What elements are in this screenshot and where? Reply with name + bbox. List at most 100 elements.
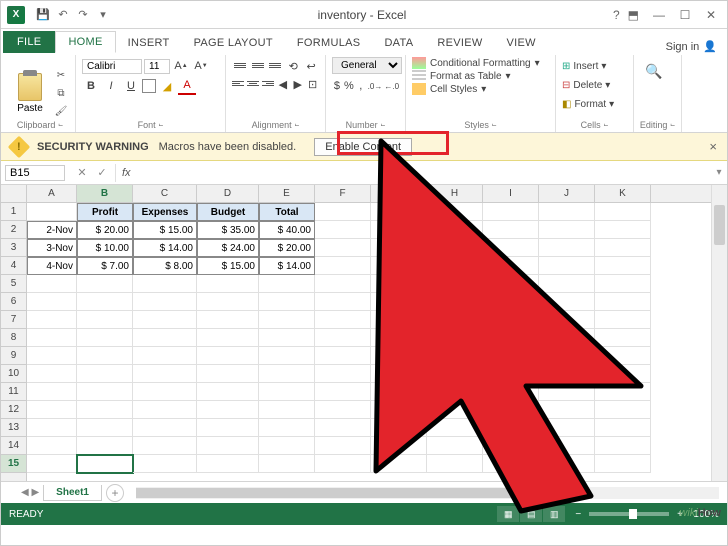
cell[interactable]: [27, 275, 77, 293]
italic-button[interactable]: I: [102, 77, 120, 95]
cell[interactable]: [27, 329, 77, 347]
cell[interactable]: [27, 455, 77, 473]
row-header[interactable]: 13: [1, 419, 26, 437]
cell[interactable]: $ 20.00: [259, 239, 315, 257]
undo-icon[interactable]: ↶: [55, 7, 71, 23]
help-icon[interactable]: ?: [613, 8, 620, 22]
cell[interactable]: [259, 401, 315, 419]
qat-dropdown-icon[interactable]: ▾: [95, 7, 111, 23]
column-header[interactable]: D: [197, 185, 259, 202]
cell[interactable]: [259, 347, 315, 365]
close-button[interactable]: ✕: [699, 5, 723, 25]
cell[interactable]: [483, 221, 539, 239]
cell[interactable]: [483, 311, 539, 329]
cell[interactable]: [595, 311, 651, 329]
cell[interactable]: [483, 383, 539, 401]
cell[interactable]: [315, 383, 371, 401]
cell[interactable]: [483, 347, 539, 365]
column-header[interactable]: F: [315, 185, 371, 202]
cell[interactable]: [371, 257, 427, 275]
cell[interactable]: [371, 293, 427, 311]
cell[interactable]: [315, 257, 371, 275]
cell[interactable]: [133, 419, 197, 437]
minimize-button[interactable]: —: [647, 5, 671, 25]
row-header[interactable]: 12: [1, 401, 26, 419]
cell[interactable]: [133, 311, 197, 329]
cell[interactable]: [197, 365, 259, 383]
align-center-icon[interactable]: [247, 75, 260, 91]
format-painter-icon[interactable]: 🖌: [53, 104, 69, 120]
maximize-button[interactable]: ☐: [673, 5, 697, 25]
cell[interactable]: [133, 365, 197, 383]
row-header[interactable]: 8: [1, 329, 26, 347]
wrap-text-icon[interactable]: ↩: [303, 57, 319, 75]
cell[interactable]: [133, 329, 197, 347]
cell[interactable]: [133, 347, 197, 365]
cell[interactable]: $ 8.00: [133, 257, 197, 275]
cell[interactable]: [595, 329, 651, 347]
decrease-font-icon[interactable]: A▼: [192, 57, 210, 75]
cell[interactable]: [315, 365, 371, 383]
cell[interactable]: [427, 275, 483, 293]
row-header[interactable]: 6: [1, 293, 26, 311]
increase-font-icon[interactable]: A▲: [172, 57, 190, 75]
horizontal-scroll-thumb[interactable]: [136, 488, 544, 498]
cell[interactable]: 3-Nov: [27, 239, 77, 257]
cell[interactable]: [483, 203, 539, 221]
cell[interactable]: $ 10.00: [77, 239, 133, 257]
cell[interactable]: [427, 401, 483, 419]
cell[interactable]: [315, 221, 371, 239]
cell[interactable]: [259, 311, 315, 329]
row-header[interactable]: 1: [1, 203, 26, 221]
cell[interactable]: [197, 275, 259, 293]
sheet-nav[interactable]: ◀ ▶: [21, 487, 39, 498]
decrease-indent-icon[interactable]: ◀: [276, 75, 289, 93]
vertical-scroll-thumb[interactable]: [714, 205, 725, 245]
cell[interactable]: [315, 293, 371, 311]
font-size-select[interactable]: 11: [144, 59, 170, 74]
border-button[interactable]: [142, 79, 156, 93]
cell[interactable]: [539, 329, 595, 347]
insert-cells-button[interactable]: ⊞Insert ▾: [562, 57, 627, 75]
cell[interactable]: [595, 401, 651, 419]
cell[interactable]: [427, 419, 483, 437]
column-header[interactable]: A: [27, 185, 77, 202]
cell[interactable]: [427, 347, 483, 365]
cell[interactable]: [315, 311, 371, 329]
ribbon-display-icon[interactable]: ⬒: [628, 8, 639, 22]
cell[interactable]: $ 15.00: [197, 257, 259, 275]
font-name-select[interactable]: Calibri: [82, 59, 142, 74]
cell[interactable]: [197, 311, 259, 329]
zoom-out-button[interactable]: −: [575, 509, 581, 520]
cell[interactable]: [27, 365, 77, 383]
cell[interactable]: [197, 437, 259, 455]
cell[interactable]: [427, 365, 483, 383]
cell[interactable]: [427, 311, 483, 329]
cell[interactable]: [427, 203, 483, 221]
percent-icon[interactable]: %: [344, 77, 354, 95]
cell[interactable]: [595, 437, 651, 455]
conditional-formatting-button[interactable]: Conditional Formatting ▾: [412, 57, 549, 69]
cell[interactable]: [197, 383, 259, 401]
cell[interactable]: [77, 401, 133, 419]
column-header[interactable]: J: [539, 185, 595, 202]
merge-center-icon[interactable]: ⊡: [306, 75, 319, 93]
tab-page-layout[interactable]: PAGE LAYOUT: [182, 33, 285, 53]
cell[interactable]: [539, 347, 595, 365]
cell[interactable]: [77, 347, 133, 365]
cell[interactable]: [539, 383, 595, 401]
delete-cells-button[interactable]: ⊟Delete ▾: [562, 76, 627, 94]
cell[interactable]: [371, 275, 427, 293]
cell[interactable]: [259, 293, 315, 311]
align-bottom-icon[interactable]: [268, 57, 284, 73]
tab-review[interactable]: REVIEW: [425, 33, 494, 53]
fx-label[interactable]: fx: [116, 167, 137, 179]
number-format-select[interactable]: General: [332, 57, 402, 74]
cell[interactable]: [371, 347, 427, 365]
cell[interactable]: [77, 293, 133, 311]
new-sheet-button[interactable]: +: [106, 484, 124, 502]
cell[interactable]: [27, 347, 77, 365]
cell[interactable]: [595, 383, 651, 401]
zoom-slider-thumb[interactable]: [629, 509, 637, 519]
cell[interactable]: [595, 419, 651, 437]
